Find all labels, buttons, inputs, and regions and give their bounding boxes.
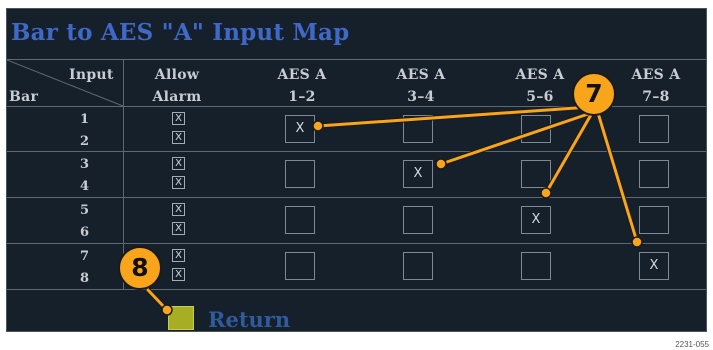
callout-7: 7 xyxy=(572,72,616,116)
figure-number: 2231-055 xyxy=(675,340,709,349)
callout-8: 8 xyxy=(118,246,162,290)
callout-leader-lines xyxy=(145,104,643,316)
